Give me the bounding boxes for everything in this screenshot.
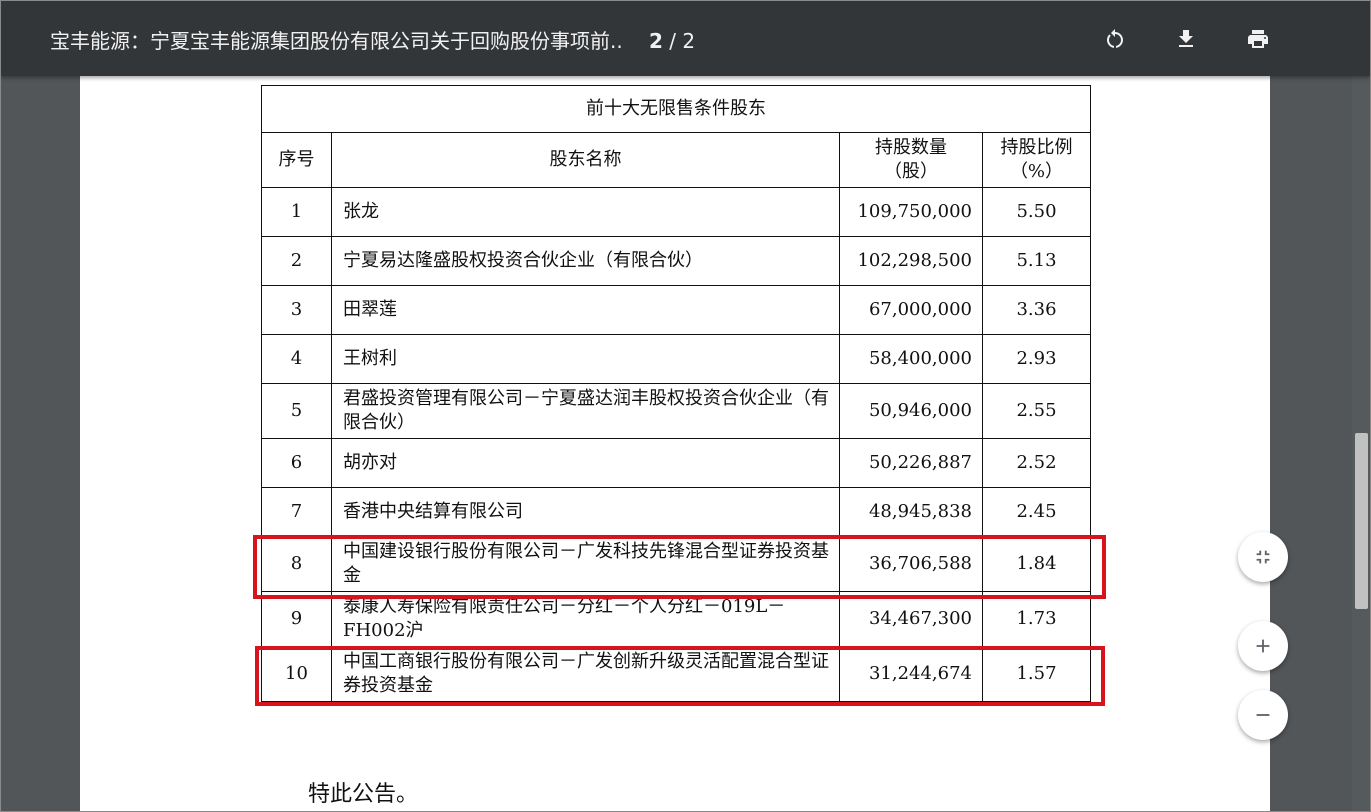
print-button[interactable]: [1240, 21, 1276, 57]
row-index: 5: [261, 383, 332, 439]
row-ratio: 5.13: [982, 236, 1091, 286]
row-index: 6: [261, 438, 332, 488]
document-title: 宝丰能源：宁夏宝丰能源集团股份有限公司关于回购股份事项前..: [50, 29, 623, 53]
row-ratio: 3.36: [982, 285, 1091, 335]
header-index: 序号: [261, 132, 332, 188]
row-name: 香港中央结算有限公司: [331, 487, 840, 537]
table-title-row: 前十大无限售条件股东: [261, 85, 1091, 133]
row-ratio: 2.52: [982, 438, 1091, 488]
total-pages: 2: [682, 29, 696, 53]
row-shares: 102,298,500: [839, 236, 983, 286]
page-separator: /: [669, 29, 677, 53]
row-name: 君盛投资管理有限公司－宁夏盛达润丰股权投资合伙企业（有限合伙）: [331, 383, 840, 439]
row-index: 4: [261, 334, 332, 384]
row-name: 胡亦对: [331, 438, 840, 488]
header-ratio: 持股比例 （%）: [982, 132, 1091, 188]
row-shares: 48,945,838: [839, 487, 983, 537]
top-shareholders-table: 前十大无限售条件股东 序号 股东名称 持股数量 （股） 持股比例 （%） 1 张…: [261, 85, 1091, 702]
page-indicator: 2 / 2: [649, 27, 695, 55]
row-shares: 50,946,000: [839, 383, 983, 439]
zoom-in-button[interactable]: [1238, 621, 1288, 671]
table-row: 6 胡亦对 50,226,887 2.52: [261, 438, 1091, 488]
row-shares: 34,467,300: [839, 591, 983, 647]
current-page-number[interactable]: 2: [649, 29, 663, 53]
row-shares: 67,000,000: [839, 285, 983, 335]
row-index: 1: [261, 187, 332, 237]
header-shares-label: 持股数量: [875, 137, 947, 158]
rotate-icon: [1107, 29, 1123, 48]
row-shares: 58,400,000: [839, 334, 983, 384]
zoom-out-button[interactable]: [1238, 690, 1288, 740]
zoom-out-icon: [1256, 714, 1270, 716]
header-ratio-label: 持股比例: [1000, 137, 1073, 158]
table-title: 前十大无限售条件股东: [261, 85, 1091, 133]
row-name: 田翠莲: [331, 285, 840, 335]
fit-page-button[interactable]: [1238, 532, 1288, 582]
row-index: 3: [261, 285, 332, 335]
download-icon: [1179, 30, 1193, 47]
vertical-scrollbar[interactable]: [1352, 76, 1370, 811]
table-row: 9 泰康人寿保险有限责任公司－分红－个人分红－019L－FH002沪 34,46…: [261, 591, 1091, 647]
row-index: 9: [261, 591, 332, 647]
print-icon: [1248, 30, 1268, 48]
scrollbar-thumb[interactable]: [1355, 433, 1368, 609]
table-row: 1 张龙 109,750,000 5.50: [261, 187, 1091, 237]
table-row: 4 王树利 58,400,000 2.93: [261, 334, 1091, 384]
table-row: 7 香港中央结算有限公司 48,945,838 2.45: [261, 487, 1091, 537]
row-name: 泰康人寿保险有限责任公司－分红－个人分红－019L－FH002沪: [331, 591, 840, 647]
row-ratio: 5.50: [982, 187, 1091, 237]
table-row: 5 君盛投资管理有限公司－宁夏盛达润丰股权投资合伙企业（有限合伙） 50,946…: [261, 383, 1091, 439]
table-row: 2 宁夏易达隆盛股权投资合伙企业（有限合伙） 102,298,500 5.13: [261, 236, 1091, 286]
row-ratio: 2.55: [982, 383, 1091, 439]
row-ratio: 1.73: [982, 591, 1091, 647]
pdf-toolbar: 宝丰能源：宁夏宝丰能源集团股份有限公司关于回购股份事项前.. 2 / 2: [1, 1, 1370, 76]
row-shares: 109,750,000: [839, 187, 983, 237]
rotate-button[interactable]: [1097, 21, 1133, 57]
row-ratio: 2.45: [982, 487, 1091, 537]
zoom-in-icon: [1256, 639, 1270, 653]
highlight-box-row-10: [255, 646, 1105, 706]
header-shares: 持股数量 （股）: [839, 132, 983, 188]
row-ratio: 2.93: [982, 334, 1091, 384]
row-name: 宁夏易达隆盛股权投资合伙企业（有限合伙）: [331, 236, 840, 286]
download-button[interactable]: [1168, 21, 1204, 57]
row-name: 张龙: [331, 187, 840, 237]
header-ratio-unit: （%）: [1009, 161, 1064, 182]
row-index: 2: [261, 236, 332, 286]
header-name: 股东名称: [331, 132, 840, 188]
row-index: 7: [261, 487, 332, 537]
row-name: 王树利: [331, 334, 840, 384]
header-shares-unit: （股）: [884, 161, 938, 182]
closing-statement: 特此公告。: [308, 782, 419, 807]
table-row: 3 田翠莲 67,000,000 3.36: [261, 285, 1091, 335]
fit-page-icon: [1256, 550, 1270, 564]
row-shares: 50,226,887: [839, 438, 983, 488]
table-header-row: 序号 股东名称 持股数量 （股） 持股比例 （%）: [261, 132, 1091, 188]
highlight-box-row-8: [253, 535, 1106, 599]
